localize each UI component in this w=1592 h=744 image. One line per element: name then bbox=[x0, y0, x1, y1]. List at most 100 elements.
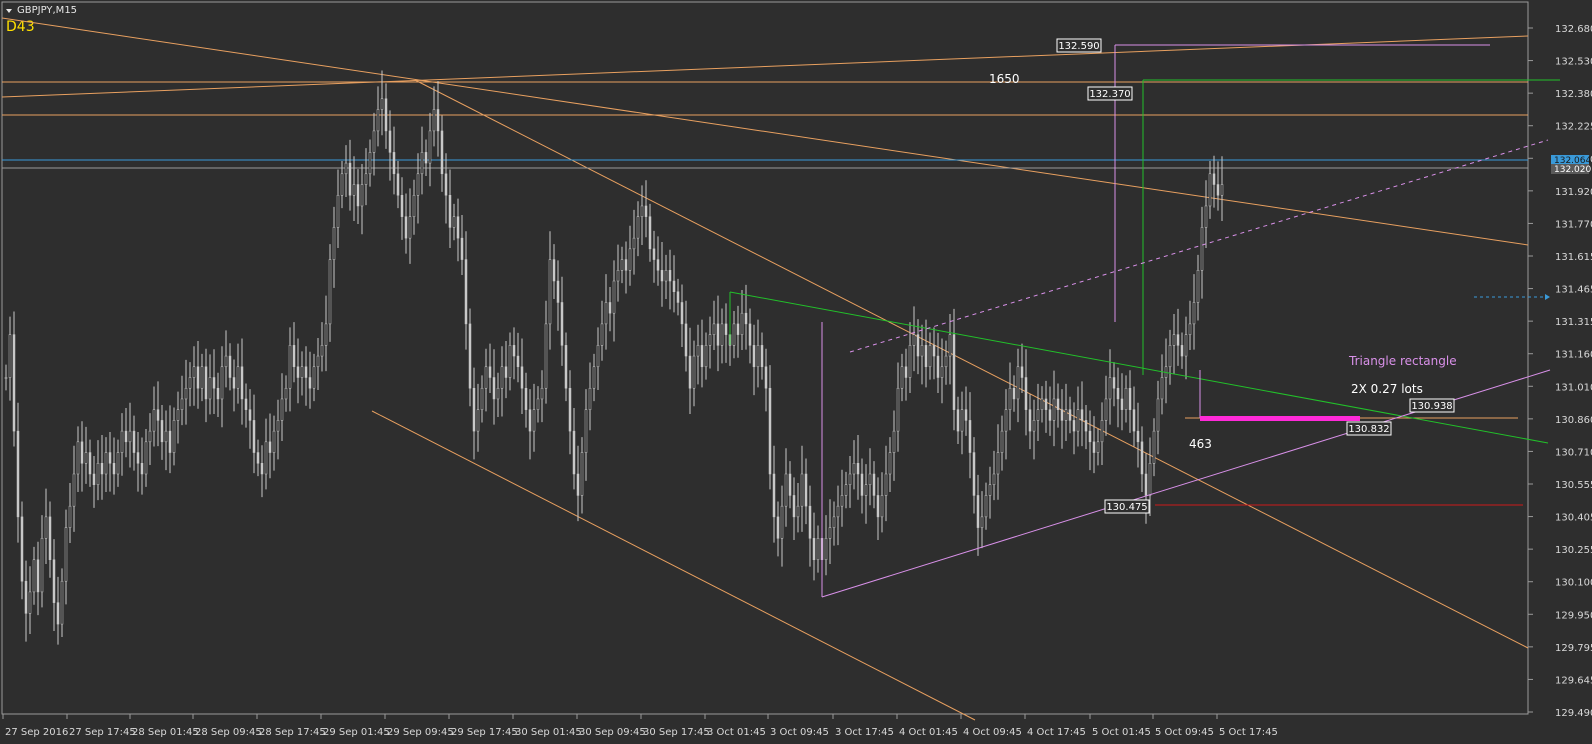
candle-body bbox=[996, 452, 1000, 475]
candle-body bbox=[836, 505, 840, 518]
candle-body bbox=[1120, 398, 1124, 410]
candle-body bbox=[580, 452, 584, 496]
candle-body bbox=[468, 323, 472, 389]
candle-body bbox=[404, 216, 408, 239]
candle-body bbox=[440, 130, 444, 175]
candle-body bbox=[1208, 173, 1212, 207]
candle-body bbox=[480, 387, 484, 410]
candle-body bbox=[548, 259, 552, 325]
candle-body bbox=[780, 505, 784, 539]
candle-body bbox=[860, 473, 864, 496]
candle-body bbox=[484, 366, 488, 389]
y-tick-label: 129.950 bbox=[1555, 610, 1592, 621]
candle-body bbox=[496, 387, 500, 400]
candle-body bbox=[1004, 409, 1008, 432]
candle-body bbox=[520, 366, 524, 389]
x-tick-label: 30 Sep 01:45 bbox=[515, 727, 582, 738]
candle-body bbox=[364, 173, 368, 185]
candle-body bbox=[636, 216, 640, 239]
x-tick-label: 4 Oct 09:45 bbox=[963, 727, 1022, 738]
candle-body bbox=[528, 409, 532, 432]
candle-body bbox=[1036, 409, 1040, 421]
lots-label: 2X 0.27 lots bbox=[1351, 382, 1423, 396]
candle-body bbox=[460, 237, 464, 260]
candle-body bbox=[716, 323, 720, 346]
candle-body bbox=[312, 366, 316, 389]
candle-body bbox=[172, 420, 176, 453]
bid-price-value: 132.020 bbox=[1554, 165, 1591, 175]
candle-body bbox=[880, 495, 884, 518]
candle-body bbox=[184, 387, 188, 400]
candle-body bbox=[912, 334, 916, 346]
candle-body bbox=[796, 505, 800, 518]
candle-body bbox=[588, 387, 592, 410]
candle-body bbox=[32, 559, 36, 593]
candle-body bbox=[532, 409, 536, 432]
candle-body bbox=[120, 430, 124, 453]
candle-body bbox=[816, 538, 820, 561]
candle-body bbox=[256, 452, 260, 464]
y-tick-label: 132.680 bbox=[1555, 24, 1592, 35]
candle-body bbox=[188, 377, 192, 389]
candle-body bbox=[552, 259, 556, 282]
candle-body bbox=[192, 366, 196, 378]
candle-body bbox=[760, 345, 764, 368]
candle-body bbox=[664, 270, 668, 282]
candle-body bbox=[668, 270, 672, 282]
candle-body bbox=[712, 323, 716, 335]
candle-body bbox=[396, 173, 400, 196]
candle-body bbox=[1016, 366, 1020, 400]
candle-body bbox=[556, 280, 560, 303]
candle-body bbox=[708, 334, 712, 346]
candle-body bbox=[684, 323, 688, 357]
candle-body bbox=[952, 334, 956, 410]
candle-body bbox=[888, 452, 892, 475]
candle-body bbox=[1216, 184, 1220, 196]
x-tick-label: 27 Sep 2016 bbox=[5, 727, 68, 738]
candle-body bbox=[116, 452, 120, 475]
candle-body bbox=[208, 377, 212, 400]
candle-body bbox=[904, 366, 908, 378]
candle-body bbox=[1056, 398, 1060, 410]
candle-body bbox=[260, 463, 264, 475]
candle-body bbox=[724, 323, 728, 335]
y-tick-label: 131.770 bbox=[1555, 219, 1592, 230]
y-tick-label: 131.010 bbox=[1555, 382, 1592, 393]
candle-body bbox=[308, 377, 312, 389]
candle-body bbox=[428, 130, 432, 164]
price-chart[interactable]: GBPJPY,M15 D43 1650 463 Triangle rectang… bbox=[0, 0, 1592, 744]
candle-body bbox=[1064, 409, 1068, 421]
candle-body bbox=[856, 463, 860, 475]
x-tick-label: 29 Sep 01:45 bbox=[323, 727, 390, 738]
entry-zone-bar bbox=[1200, 416, 1360, 421]
candle-body bbox=[1176, 334, 1180, 346]
candle-body bbox=[512, 345, 516, 357]
y-tick-label: 130.100 bbox=[1555, 578, 1592, 589]
candle-body bbox=[544, 323, 548, 389]
candle-body bbox=[616, 270, 620, 282]
candle-body bbox=[252, 420, 256, 453]
x-tick-label: 3 Oct 01:45 bbox=[707, 727, 766, 738]
x-tick-label: 28 Sep 01:45 bbox=[132, 727, 199, 738]
candle-body bbox=[720, 323, 724, 346]
candle-body bbox=[1104, 398, 1108, 421]
candle-body bbox=[1092, 441, 1096, 453]
pattern-name-label: Triangle rectangle bbox=[1348, 354, 1457, 368]
candle-body bbox=[900, 366, 904, 389]
candle-body bbox=[704, 345, 708, 368]
candle-body bbox=[80, 441, 84, 464]
candle-body bbox=[852, 463, 856, 475]
candle-body bbox=[756, 345, 760, 368]
candle-body bbox=[340, 173, 344, 196]
candle-body bbox=[248, 409, 252, 421]
candle-body bbox=[400, 194, 404, 217]
candle-body bbox=[456, 216, 460, 239]
candle-body bbox=[868, 473, 872, 485]
candle-body bbox=[656, 259, 660, 271]
candle-body bbox=[568, 387, 572, 432]
candle-body bbox=[1156, 398, 1160, 432]
candle-body bbox=[176, 409, 180, 421]
candle-body bbox=[660, 270, 664, 282]
candle-body bbox=[56, 602, 60, 625]
x-tick-label: 29 Sep 09:45 bbox=[387, 727, 454, 738]
